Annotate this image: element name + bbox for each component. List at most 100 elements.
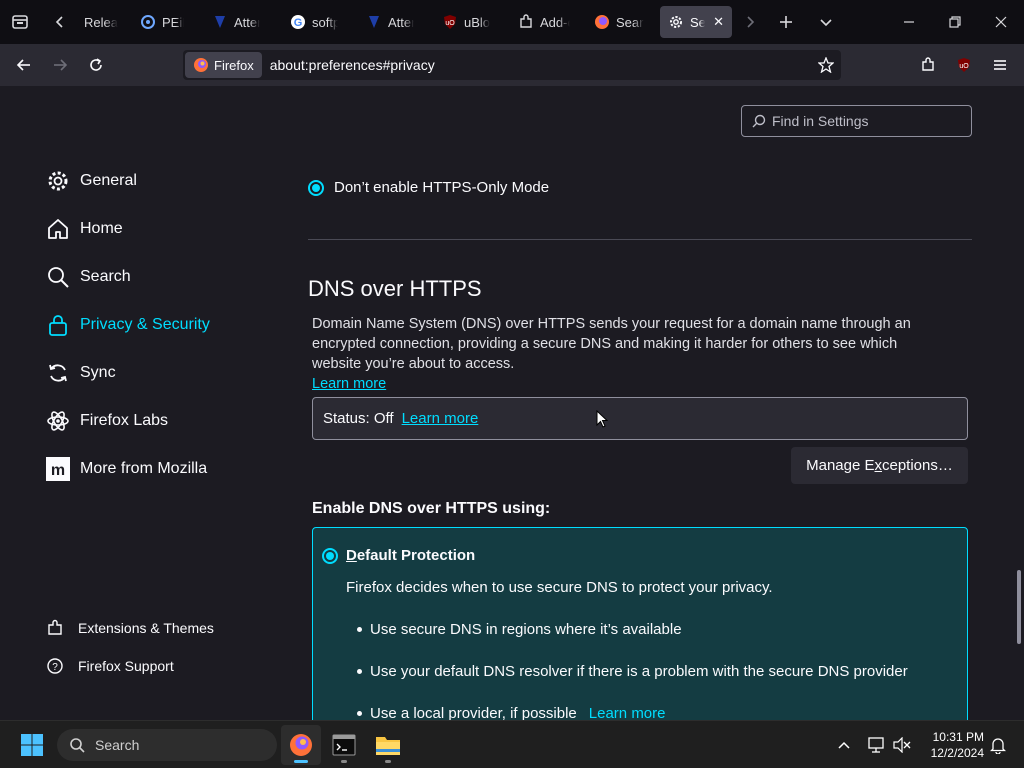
ublock-icon: uO [442,14,458,30]
list-item: Use secure DNS in regions where it’s ava… [357,621,682,638]
arrow-left-icon [16,57,32,73]
sidebar-item-privacy-security[interactable]: Privacy & Security [46,309,210,341]
tab-0[interactable]: Relea [76,6,128,38]
tab-strip: Relea PEiD - Attem G softpe Attem uO uBl… [0,0,1024,44]
taskbar-clock[interactable]: 10:31 PM 12/2/2024 [920,729,984,761]
list-all-tabs-button[interactable] [810,6,842,38]
enable-dns-heading: Enable DNS over HTTPS using: [312,500,551,517]
tab-label: Setti [690,14,706,30]
dns-status-text: Status: Off [323,410,394,427]
forward-button[interactable] [44,49,76,81]
url-text[interactable]: about:preferences#privacy [270,57,435,73]
tab-1[interactable]: PEiD - [132,6,192,38]
dns-status-learn-more-link[interactable]: Learn more [402,410,479,427]
tab-settings[interactable]: Setti ✕ [660,6,732,38]
close-window-button[interactable] [985,6,1017,38]
sidebar-item-sync[interactable]: Sync [46,357,116,389]
sidebar-extensions-themes-link[interactable]: Extensions & Themes [46,616,214,640]
back-button[interactable] [8,49,40,81]
dns-heading: DNS over HTTPS [308,276,482,301]
star-icon [818,57,834,73]
bookmark-star-button[interactable] [810,49,842,81]
taskbar-running-indicator [294,760,308,763]
hamburger-menu-icon [992,57,1008,73]
url-bar[interactable]: Firefox about:preferences#privacy [183,50,841,80]
show-hidden-icons-button[interactable] [826,725,862,765]
network-status-button[interactable] [862,725,890,765]
close-tab-button[interactable]: ✕ [713,14,724,30]
new-tab-button[interactable] [770,6,802,38]
clock-time: 10:31 PM [932,730,984,744]
volume-status-button[interactable] [888,725,916,765]
default-protection-label: Default Protection [346,547,476,564]
page-scrollbar-thumb[interactable] [1017,570,1021,644]
bullet-learn-more-link[interactable]: Learn more [589,705,666,720]
default-protection-radio[interactable] [322,547,338,564]
tab-3[interactable]: G softpe [282,6,346,38]
taskbar-terminal-button[interactable] [324,725,364,765]
tab-4[interactable]: Attem [358,6,422,38]
find-in-settings-input[interactable]: Find in Settings [741,105,972,137]
search-icon [69,737,85,753]
gear-icon [46,169,70,193]
ublock-toolbar-button[interactable]: uO [948,49,980,81]
mozilla-icon: m [46,457,70,481]
sidebar-firefox-support-link[interactable]: ? Firefox Support [46,654,174,678]
sidebar-item-search[interactable]: Search [46,261,131,293]
manage-exceptions-button[interactable]: Manage Exceptions… [791,447,968,484]
taskbar-running-indicator [385,760,391,763]
notifications-button[interactable] [984,725,1012,765]
tab-label: Searc [616,14,644,30]
tab-scroll-left-button[interactable] [44,6,76,38]
sidebar-item-more-from-mozilla[interactable]: m More from Mozilla [46,453,207,485]
list-item: Use a local provider, if possible Learn … [357,705,666,720]
sidebar-item-home[interactable]: Home [46,213,123,245]
sidebar-item-general[interactable]: General [46,165,137,197]
restore-button[interactable] [939,6,971,38]
https-only-off-label: Don’t enable HTTPS-Only Mode [334,179,550,196]
chevron-up-icon [837,738,851,752]
tab-5[interactable]: uO uBloc [434,6,498,38]
navigation-toolbar: Firefox about:preferences#privacy uO [0,44,1024,86]
puzzle-icon [518,14,534,30]
tab-label: Add-o [540,14,570,30]
find-in-settings-placeholder: Find in Settings [772,113,869,129]
tab-scroll-right-button[interactable] [734,6,766,38]
reload-button[interactable] [80,49,112,81]
ublock-icon: uO [956,57,972,73]
svg-text:?: ? [52,662,58,673]
site-shield-icon [366,14,382,30]
google-icon: G [290,14,306,30]
taskbar-search-box[interactable]: Search [57,729,277,761]
extensions-button[interactable] [912,49,944,81]
minimize-button[interactable] [893,6,925,38]
close-icon [995,16,1007,28]
tab-label: uBloc [464,14,490,30]
chevron-right-icon [743,15,757,29]
svg-text:m: m [51,462,65,479]
mouse-cursor [596,410,608,428]
svg-text:G: G [294,17,303,29]
https-only-off-radio-row[interactable]: Don’t enable HTTPS-Only Mode [308,179,549,196]
sidebar-item-label: Privacy & Security [80,316,210,333]
sidebar-item-firefox-labs[interactable]: Firefox Labs [46,405,168,437]
app-menu-button[interactable] [984,49,1016,81]
section-divider [308,239,972,240]
sidebar-item-label: General [80,172,137,189]
firefox-view-button[interactable] [4,6,36,38]
tab-2[interactable]: Attem [204,6,268,38]
tab-6[interactable]: Add-o [510,6,578,38]
taskbar-firefox-button[interactable] [281,725,321,765]
tab-label: PEiD - [162,14,184,30]
default-protection-radio-row[interactable]: Default Protection [322,547,475,564]
start-button[interactable] [12,725,52,765]
dns-learn-more-link[interactable]: Learn more [312,376,386,392]
volume-muted-icon [893,737,911,753]
gear-icon [668,14,684,30]
list-item: Use your default DNS resolver if there i… [357,663,908,680]
tab-7[interactable]: Searc [586,6,652,38]
identity-box[interactable]: Firefox [185,52,262,78]
default-protection-description: Firefox decides when to use secure DNS t… [346,579,773,596]
https-only-off-radio[interactable] [308,179,324,196]
taskbar-file-explorer-button[interactable] [368,725,408,765]
